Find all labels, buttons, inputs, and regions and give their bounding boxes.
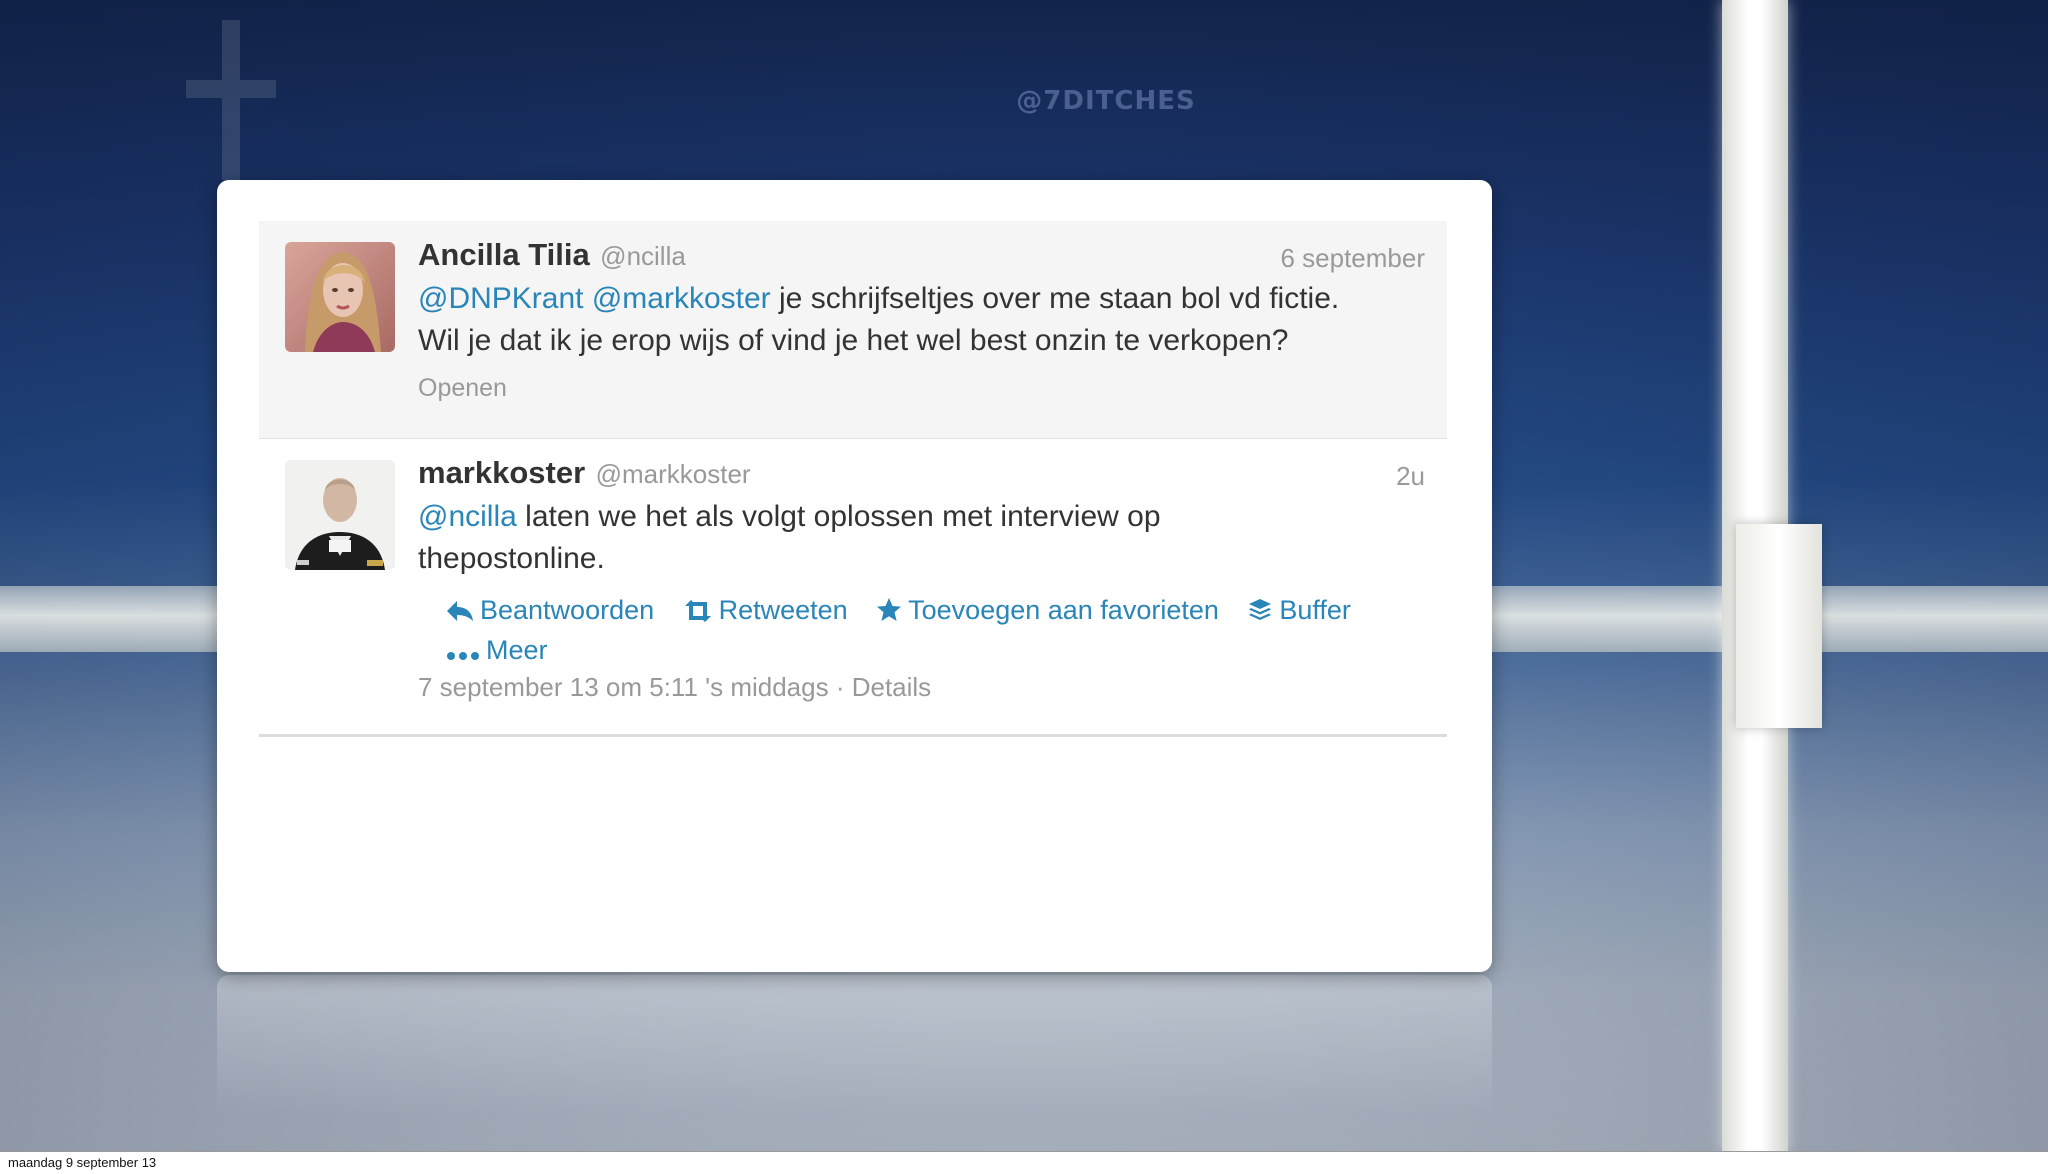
buffer-label: Buffer bbox=[1279, 595, 1351, 625]
tweet-content: markkoster @markkoster 2u @ncilla laten … bbox=[418, 455, 1425, 703]
favorite-button[interactable]: Toevoegen aan favorieten bbox=[876, 590, 1219, 630]
retweet-label: Retweeten bbox=[718, 595, 848, 625]
star-icon bbox=[877, 598, 902, 621]
avatar[interactable] bbox=[285, 242, 395, 352]
tweet-text-part: laten we het als volgt oplossen met inte… bbox=[516, 500, 1161, 533]
reply-label: Beantwoorden bbox=[480, 595, 655, 625]
avatar-woman-image bbox=[285, 242, 395, 352]
tweet-text: @DNPKrant @markkoster je schrijfseltjes … bbox=[418, 278, 1425, 362]
tweet-header: Ancilla Tilia @ncilla 6 september bbox=[418, 237, 1425, 277]
tweet-text-part: Wil je dat ik je erop wijs of vind je he… bbox=[418, 324, 1289, 357]
tweet-timestamp[interactable]: 7 september 13 om 5:11 's middags bbox=[418, 672, 829, 702]
light-cross-center-block bbox=[1736, 524, 1822, 728]
avatar[interactable] bbox=[285, 460, 395, 570]
author-name[interactable]: Ancilla Tilia bbox=[418, 237, 590, 272]
details-link[interactable]: Details bbox=[852, 672, 931, 702]
tweet-meta: 7 september 13 om 5:11 's middags · Deta… bbox=[418, 672, 1425, 703]
watermark-logo: @7DITCHES bbox=[1016, 86, 1196, 116]
mention-link[interactable]: @ncilla bbox=[418, 500, 517, 533]
tweet-time[interactable]: 6 september bbox=[1280, 243, 1425, 274]
tweet-ancilla[interactable]: Ancilla Tilia @ncilla 6 september @DNPKr… bbox=[259, 221, 1447, 440]
status-bar: maandag 9 september 13 bbox=[0, 1151, 2048, 1174]
open-tweet-link[interactable]: Openen bbox=[418, 374, 1425, 403]
tweet-time[interactable]: 2u bbox=[1396, 461, 1425, 492]
reply-button[interactable]: Beantwoorden bbox=[446, 590, 654, 630]
more-label: Meer bbox=[486, 635, 548, 665]
tweet-header: markkoster @markkoster 2u bbox=[418, 455, 1425, 495]
tweet-card: Ancilla Tilia @ncilla 6 september @DNPKr… bbox=[217, 180, 1492, 972]
reply-icon bbox=[447, 601, 473, 621]
mention-link[interactable]: @DNPKrant bbox=[418, 282, 584, 315]
tweet-actions: Beantwoorden Retweeten Toevoegen aan fav… bbox=[446, 590, 1446, 670]
status-date: maandag 9 september 13 bbox=[8, 1155, 157, 1170]
mention-link[interactable]: @markkoster bbox=[592, 282, 771, 315]
author-handle[interactable]: @markkoster bbox=[596, 459, 751, 489]
author-name[interactable]: markkoster bbox=[418, 455, 585, 490]
tweet-content: Ancilla Tilia @ncilla 6 september @DNPKr… bbox=[418, 237, 1425, 403]
favorite-label: Toevoegen aan favorieten bbox=[908, 595, 1219, 625]
retweet-icon bbox=[684, 600, 711, 622]
buffer-icon bbox=[1249, 599, 1272, 620]
more-icon bbox=[447, 652, 479, 660]
tweet-text-part: je schrijfseltjes over me staan bol vd f… bbox=[770, 282, 1340, 315]
avatar-man-image bbox=[285, 460, 395, 570]
meta-separator: · bbox=[828, 672, 852, 702]
faint-cross-decoration bbox=[186, 20, 276, 180]
buffer-button[interactable]: Buffer bbox=[1247, 590, 1351, 630]
more-button[interactable]: Meer bbox=[446, 630, 548, 670]
card-reflection bbox=[217, 975, 1492, 1115]
tweet-text: @ncilla laten we het als volgt oplossen … bbox=[418, 496, 1425, 580]
retweet-button[interactable]: Retweeten bbox=[683, 590, 848, 630]
tweet-markkoster[interactable]: markkoster @markkoster 2u @ncilla laten … bbox=[259, 439, 1447, 737]
author-handle[interactable]: @ncilla bbox=[600, 241, 686, 271]
tweet-text-part: thepostonline. bbox=[418, 542, 605, 575]
presentation-background: @7DITCHES Ancilla Tilia @ncilla 6 septem… bbox=[0, 0, 2048, 1151]
